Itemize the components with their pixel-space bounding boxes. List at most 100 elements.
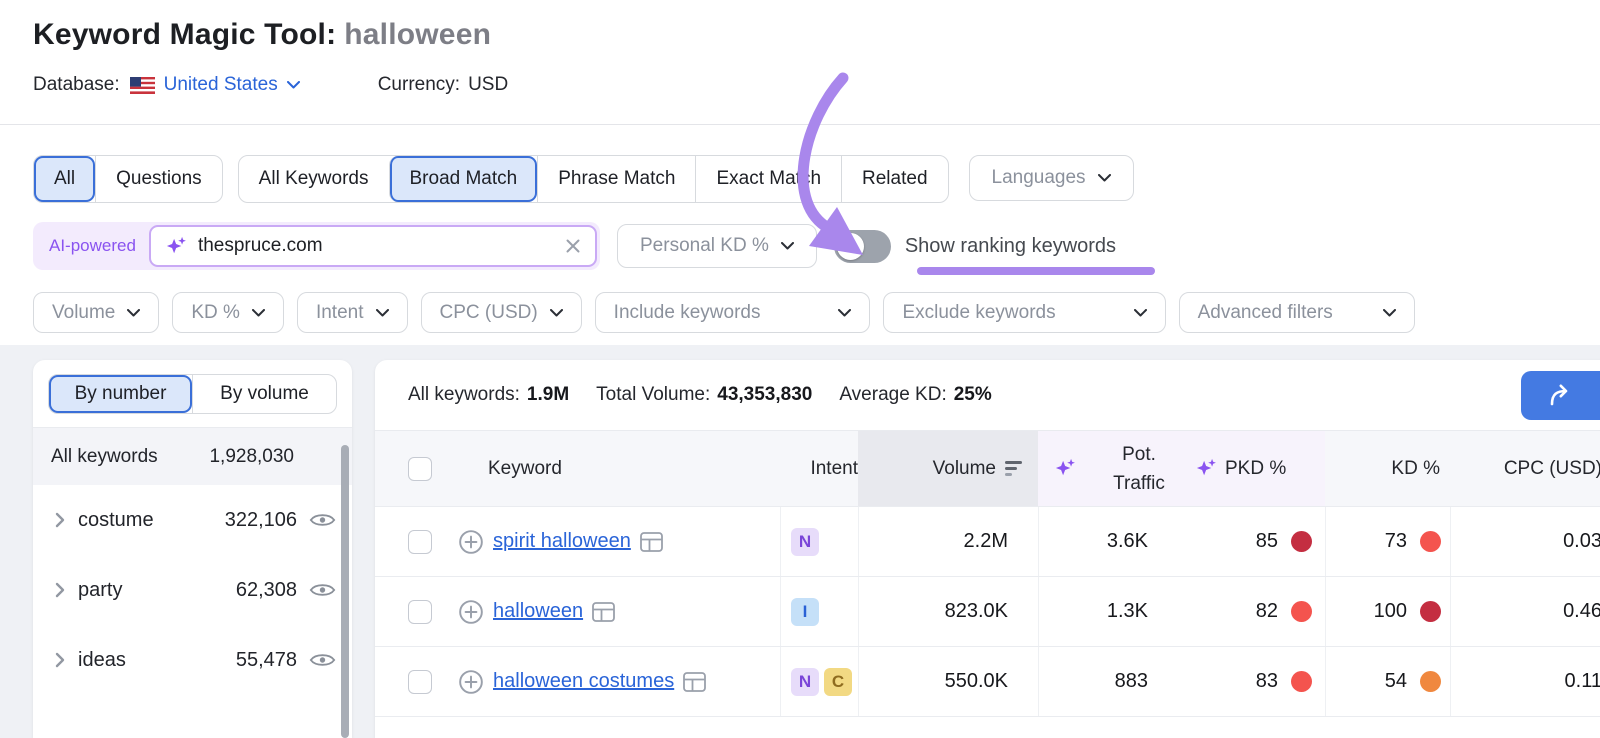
table-row: halloween costumes N C 550.0K 883 83 54 … — [375, 646, 1600, 716]
header-kd[interactable]: KD % — [1325, 431, 1450, 506]
header-pot-traffic[interactable]: Pot.Traffic — [1099, 440, 1179, 498]
sparkle-icon — [1054, 457, 1077, 480]
tab-questions[interactable]: Questions — [95, 156, 222, 202]
serp-features-icon[interactable] — [592, 602, 615, 622]
pkd-difficulty-dot — [1291, 671, 1312, 692]
meta-row: Database: United States Currency:USD — [33, 74, 508, 96]
languages-dropdown[interactable]: Languages — [969, 155, 1134, 201]
filter-exclude-keywords[interactable]: Exclude keywords — [883, 292, 1165, 333]
select-all-checkbox[interactable] — [408, 457, 432, 481]
filter-cpc[interactable]: CPC (USD) — [421, 292, 582, 333]
tab-related[interactable]: Related — [841, 156, 948, 202]
filter-include-keywords[interactable]: Include keywords — [595, 292, 871, 333]
row-checkbox[interactable] — [408, 530, 432, 554]
group-label: ideas — [78, 649, 236, 672]
chevron-down-icon — [550, 309, 563, 317]
question-tab-group: All Questions — [33, 155, 223, 203]
pot-traffic-cell: 883 — [1038, 647, 1170, 716]
intent-badge: N — [791, 668, 819, 696]
add-keyword-icon[interactable] — [458, 669, 484, 695]
kd-value: 54 — [1385, 670, 1407, 693]
keyword-cell: halloween — [445, 577, 780, 646]
chevron-right-icon[interactable] — [55, 652, 65, 668]
toggle-knob — [837, 233, 864, 260]
table-row: halloween I 823.0K 1.3K 82 100 0.46 — [375, 576, 1600, 646]
personal-kd-dropdown[interactable]: Personal KD % — [617, 224, 817, 268]
pkd-value: 82 — [1256, 600, 1278, 623]
pkd-difficulty-dot — [1291, 531, 1312, 552]
eye-icon[interactable] — [309, 581, 336, 599]
tab-exact-match[interactable]: Exact Match — [695, 156, 841, 202]
sidebar-group-ideas[interactable]: ideas 55,478 — [33, 625, 352, 695]
kd-cell: 100 — [1325, 577, 1450, 646]
database-selector[interactable]: United States — [164, 74, 300, 96]
serp-features-icon[interactable] — [640, 532, 663, 552]
search-input[interactable] — [198, 235, 565, 257]
database-label: Database: — [33, 74, 120, 96]
filter-volume[interactable]: Volume — [33, 292, 159, 333]
filter-advanced[interactable]: Advanced filters — [1179, 292, 1415, 333]
kd-cell: 73 — [1325, 507, 1450, 576]
share-arrow-icon — [1547, 384, 1575, 408]
keyword-magic-tool-page: Keyword Magic Tool:halloween Database: U… — [0, 0, 1600, 738]
chevron-down-icon — [252, 309, 265, 317]
add-keyword-icon[interactable] — [458, 599, 484, 625]
share-button[interactable] — [1521, 371, 1600, 420]
sparkle-icon — [1195, 457, 1218, 480]
header-cpc[interactable]: CPC (USD) — [1450, 431, 1600, 506]
header-keyword[interactable]: Keyword — [445, 431, 780, 506]
keyword-link[interactable]: halloween costumes — [493, 670, 674, 693]
tab-all[interactable]: All — [34, 156, 95, 202]
show-ranking-keywords-wrap: Show ranking keywords — [905, 235, 1116, 258]
add-keyword-icon[interactable] — [458, 529, 484, 555]
filter-include-label: Include keywords — [614, 302, 761, 324]
intent-badge: I — [791, 598, 819, 626]
filter-volume-label: Volume — [52, 302, 115, 324]
sparkle-icon — [165, 235, 188, 258]
header-ai-columns: Pot.Traffic PKD % — [1038, 431, 1325, 506]
header-volume-label: Volume — [933, 458, 996, 480]
tab-all-keywords[interactable]: All Keywords — [239, 156, 389, 202]
chevron-down-icon — [376, 309, 389, 317]
pot-traffic-cell: 3.6K — [1038, 507, 1170, 576]
serp-features-icon[interactable] — [683, 672, 706, 692]
sidebar-group-costume[interactable]: costume 322,106 — [33, 485, 352, 555]
group-label: costume — [78, 509, 225, 532]
sidebar-tab-group: By number By volume — [48, 374, 337, 414]
keyword-link[interactable]: halloween — [493, 600, 583, 623]
keyword-search-box[interactable] — [149, 225, 597, 267]
cpc-cell: 0.03 — [1450, 507, 1600, 576]
header-intent[interactable]: Intent — [780, 431, 858, 506]
eye-icon[interactable] — [309, 511, 336, 529]
keyword-cell: halloween costumes — [445, 647, 780, 716]
header-pkd[interactable]: PKD % — [1225, 458, 1286, 480]
row-checkbox-cell — [375, 647, 445, 716]
keyword-link[interactable]: spirit halloween — [493, 530, 631, 553]
chevron-right-icon[interactable] — [55, 512, 65, 528]
volume-cell: 550.0K — [858, 647, 1038, 716]
annotation-underline — [917, 267, 1155, 275]
row-checkbox[interactable] — [408, 600, 432, 624]
clear-input-icon[interactable] — [565, 238, 581, 254]
eye-icon[interactable] — [309, 651, 336, 669]
header-volume[interactable]: Volume — [858, 431, 1038, 506]
filter-intent[interactable]: Intent — [297, 292, 408, 333]
tab-broad-match[interactable]: Broad Match — [389, 156, 538, 202]
row-checkbox[interactable] — [408, 670, 432, 694]
pkd-value: 83 — [1256, 670, 1278, 693]
tab-by-number[interactable]: By number — [49, 375, 192, 413]
languages-label: Languages — [992, 167, 1086, 189]
pkd-difficulty-dot — [1291, 601, 1312, 622]
tab-by-volume[interactable]: By volume — [192, 375, 336, 413]
summary-average-kd-label: Average KD: — [839, 384, 946, 405]
kd-value: 100 — [1374, 600, 1407, 623]
ai-powered-label: AI-powered — [49, 236, 136, 256]
tab-phrase-match[interactable]: Phrase Match — [537, 156, 695, 202]
sidebar-scrollbar[interactable] — [341, 445, 349, 738]
sidebar-group-party[interactable]: party 62,308 — [33, 555, 352, 625]
group-label: party — [78, 579, 236, 602]
sidebar-all-keywords-row[interactable]: All keywords 1,928,030 — [33, 428, 352, 485]
filter-kd[interactable]: KD % — [172, 292, 284, 333]
chevron-right-icon[interactable] — [55, 582, 65, 598]
show-ranking-keywords-toggle[interactable] — [834, 230, 891, 263]
